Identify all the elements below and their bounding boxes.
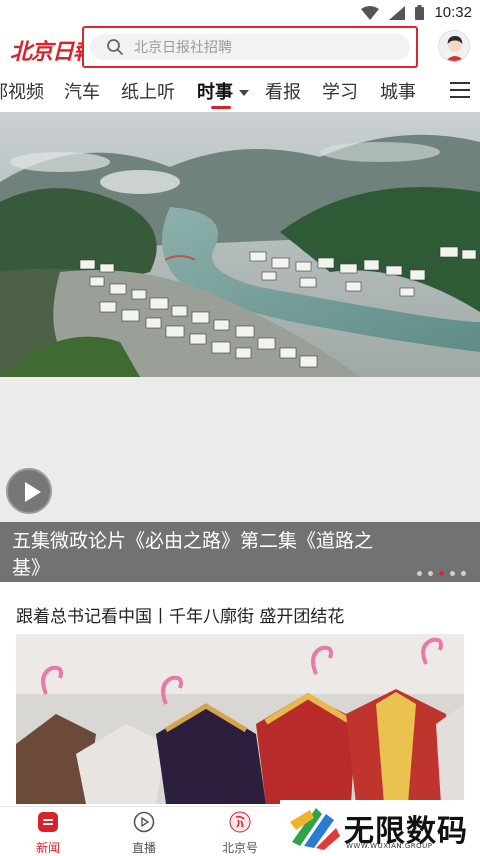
article-image bbox=[16, 634, 464, 804]
tab-read-paper[interactable]: 看报 bbox=[265, 78, 301, 104]
tab-study[interactable]: 学习 bbox=[322, 78, 358, 104]
hero-caption: 五集微政论片《必由之路》第二集《道路之基》 bbox=[12, 530, 374, 579]
tab-video[interactable]: 都视频 bbox=[0, 78, 44, 104]
beijing-hao-icon bbox=[229, 811, 251, 833]
nav-fade bbox=[428, 72, 446, 110]
search-placeholder: 北京日报社招聘 bbox=[134, 40, 232, 56]
watermark-subtext: WWW.WUXIAN.GROUP bbox=[346, 842, 433, 850]
garments-photo bbox=[16, 634, 464, 804]
watermark-logo-icon bbox=[290, 808, 340, 850]
search-icon bbox=[107, 39, 123, 55]
watermark: 无限数码 WWW.WUXIAN.GROUP bbox=[280, 800, 480, 854]
carousel-dot bbox=[450, 571, 455, 576]
article-card[interactable]: 跟着总书记看中国丨千年八廓街 盛开团结花 bbox=[0, 592, 480, 804]
carousel-dot bbox=[417, 571, 422, 576]
play-circle-icon bbox=[133, 811, 155, 833]
carousel-dot-active bbox=[439, 571, 444, 576]
user-avatar[interactable] bbox=[438, 30, 470, 62]
status-bar: 10:32 bbox=[0, 0, 480, 26]
news-icon bbox=[38, 812, 58, 832]
tab-city[interactable]: 城事 bbox=[380, 78, 416, 104]
bottom-tab-beijing-hao-label: 北京号 bbox=[221, 841, 258, 855]
status-time: 10:32 bbox=[434, 4, 472, 21]
header: 北京日報 北京日报社招聘 bbox=[0, 26, 480, 72]
search-input[interactable]: 北京日报社招聘 bbox=[90, 34, 410, 60]
signal-icon bbox=[389, 5, 406, 20]
carousel-dot bbox=[461, 571, 466, 576]
bottom-tab-beijing-hao[interactable]: 北京号 bbox=[210, 811, 270, 856]
village-landscape-image bbox=[0, 112, 480, 377]
tab-current-affairs-label: 时事 bbox=[197, 82, 233, 103]
play-button[interactable] bbox=[6, 468, 52, 514]
bottom-tab-news-label: 新闻 bbox=[35, 841, 60, 855]
hero-image bbox=[0, 112, 480, 377]
active-tab-indicator bbox=[211, 106, 231, 109]
tab-current-affairs[interactable]: 时事 bbox=[197, 78, 250, 104]
article-title: 跟着总书记看中国丨千年八廓街 盛开团结花 bbox=[16, 607, 345, 627]
search-box[interactable]: 北京日报社招聘 bbox=[82, 26, 418, 68]
carousel-dot bbox=[428, 571, 433, 576]
wifi-icon bbox=[361, 5, 380, 20]
chevron-down-icon bbox=[239, 90, 250, 96]
channel-nav: 都视频 汽车 纸上听 时事 看报 学习 城事 bbox=[0, 72, 480, 110]
carousel-indicator bbox=[417, 571, 466, 576]
bottom-tab-live-label: 直播 bbox=[131, 841, 156, 855]
bottom-tab-live[interactable]: 直播 bbox=[114, 811, 174, 856]
status-icons: 10:32 bbox=[361, 4, 472, 21]
hero-caption-band: 五集微政论片《必由之路》第二集《道路之基》 bbox=[0, 522, 480, 582]
user-avatar-icon bbox=[439, 31, 469, 61]
tab-auto[interactable]: 汽车 bbox=[64, 78, 100, 104]
bottom-tab-news[interactable]: 新闻 bbox=[18, 811, 78, 856]
menu-icon[interactable] bbox=[450, 81, 470, 99]
tab-paper-listen[interactable]: 纸上听 bbox=[121, 78, 175, 104]
battery-icon bbox=[415, 5, 425, 20]
hero-video-card[interactable]: 五集微政论片《必由之路》第二集《道路之基》 bbox=[0, 112, 480, 582]
